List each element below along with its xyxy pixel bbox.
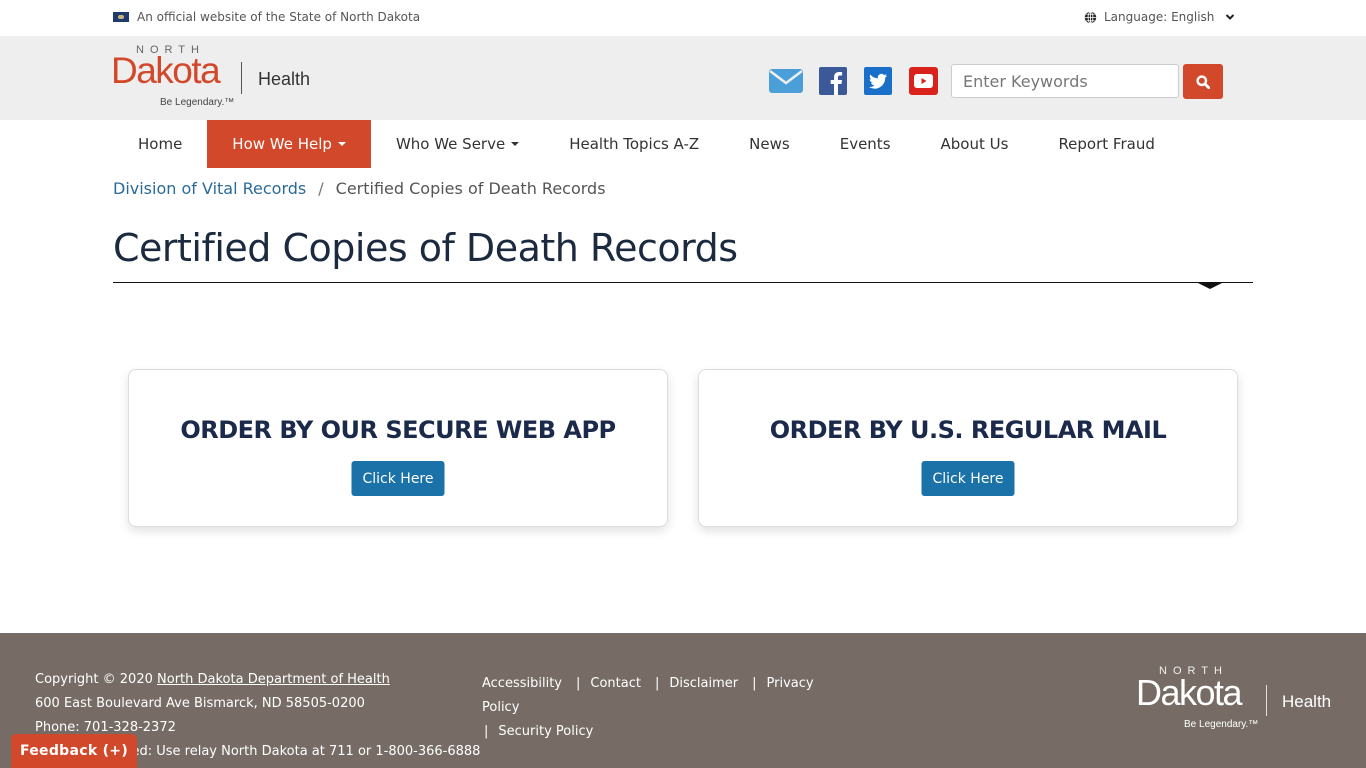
email-link[interactable] xyxy=(769,66,803,96)
site-footer: Copyright © 2020 North Dakota Department… xyxy=(0,633,1366,768)
page-title: Certified Copies of Death Records xyxy=(113,226,738,270)
youtube-icon xyxy=(909,67,938,95)
nav-events[interactable]: Events xyxy=(815,120,916,168)
official-website-text: An official website of the State of Nort… xyxy=(137,10,421,24)
footer-link-disclaimer[interactable]: Disclaimer xyxy=(669,676,738,691)
breadcrumb-vital-records[interactable]: Division of Vital Records xyxy=(113,179,306,198)
footer-department-link[interactable]: North Dakota Department of Health xyxy=(157,672,390,687)
link-separator: | xyxy=(654,676,660,691)
nav-report-fraud-label: Report Fraud xyxy=(1058,135,1155,153)
footer-link-security[interactable]: Security Policy xyxy=(498,724,593,739)
search-button[interactable] xyxy=(1183,64,1223,99)
footer-link-contact[interactable]: Contact xyxy=(590,676,641,691)
title-divider xyxy=(113,282,1253,283)
order-mail-card: ORDER BY U.S. REGULAR MAIL Click Here xyxy=(698,369,1238,527)
logo-divider xyxy=(241,62,242,94)
official-banner: An official website of the State of Nort… xyxy=(0,0,1366,36)
link-separator: | xyxy=(484,724,489,739)
language-selector[interactable]: Language: English xyxy=(1084,10,1235,24)
footer-link-accessibility[interactable]: Accessibility xyxy=(482,676,562,691)
breadcrumb: Division of Vital Records / Certified Co… xyxy=(113,179,606,198)
nav-about-us[interactable]: About Us xyxy=(916,120,1034,168)
site-logo[interactable]: NORTH Dakota Be Legendary.™ Health xyxy=(111,44,313,114)
nav-who-we-serve-label: Who We Serve xyxy=(395,135,506,153)
nav-report-fraud[interactable]: Report Fraud xyxy=(1033,120,1179,168)
state-flag-icon xyxy=(113,12,129,22)
nav-how-we-help[interactable]: How We Help xyxy=(207,120,371,168)
nav-how-we-help-label: How We Help xyxy=(232,135,332,153)
nav-home[interactable]: Home xyxy=(113,120,207,168)
copyright-text: Copyright © 2020 xyxy=(35,672,158,687)
order-web-app-button[interactable]: Click Here xyxy=(351,461,445,496)
envelope-icon xyxy=(769,69,803,93)
logo-department: Health xyxy=(1282,692,1332,711)
nav-about-us-label: About Us xyxy=(940,135,1009,153)
footer-copyright: Copyright © 2020 North Dakota Department… xyxy=(35,672,390,687)
logo-dakota: Dakota xyxy=(111,50,221,91)
caret-down-icon xyxy=(337,142,346,146)
logo-dakota: Dakota xyxy=(1136,672,1243,713)
link-separator: | xyxy=(752,676,757,691)
facebook-icon xyxy=(819,67,847,95)
breadcrumb-separator: / xyxy=(318,179,324,198)
nav-news[interactable]: News xyxy=(724,120,815,168)
order-mail-button[interactable]: Click Here xyxy=(921,461,1015,496)
nav-events-label: Events xyxy=(839,135,891,153)
chevron-down-icon xyxy=(1226,14,1235,20)
footer-links: Accessibility | Contact | Disclaimer | Privacy… xyxy=(482,672,842,744)
nav-health-topics-label: Health Topics A-Z xyxy=(569,135,700,153)
search-icon xyxy=(1196,74,1210,89)
breadcrumb-current: Certified Copies of Death Records xyxy=(335,179,606,198)
nav-home-label: Home xyxy=(138,135,183,153)
footer-address: 600 East Boulevard Ave Bismarck, ND 5850… xyxy=(35,696,365,711)
caret-down-icon xyxy=(511,142,520,146)
nav-news-label: News xyxy=(749,135,790,153)
card-heading: ORDER BY U.S. REGULAR MAIL xyxy=(769,416,1167,444)
facebook-link[interactable] xyxy=(819,66,847,96)
link-separator: | xyxy=(576,676,581,691)
feedback-button[interactable]: Feedback (+) xyxy=(11,734,137,768)
logo-divider xyxy=(1266,685,1267,716)
language-label: Language: English xyxy=(1104,10,1215,24)
logo-tagline: Be Legendary.™ xyxy=(1184,719,1259,730)
nav-who-we-serve[interactable]: Who We Serve xyxy=(371,120,544,168)
footer-phone: Phone: 701-328-2372 xyxy=(35,720,176,735)
order-web-app-card: ORDER BY OUR SECURE WEB APP Click Here xyxy=(128,369,668,527)
search-input[interactable] xyxy=(951,64,1179,98)
globe-icon xyxy=(1084,10,1097,24)
main-nav: Home How We Help Who We Serve Health Top… xyxy=(113,120,1180,168)
youtube-link[interactable] xyxy=(909,66,938,96)
logo-tagline: Be Legendary.™ xyxy=(160,97,235,108)
title-notch-icon xyxy=(1198,283,1222,289)
twitter-icon xyxy=(864,67,892,95)
footer-logo[interactable]: NORTH Dakota Be Legendary.™ Health xyxy=(1136,665,1336,735)
card-heading: ORDER BY OUR SECURE WEB APP xyxy=(180,416,616,444)
nav-health-topics[interactable]: Health Topics A-Z xyxy=(544,120,724,168)
twitter-link[interactable] xyxy=(864,66,892,96)
logo-department: Health xyxy=(258,69,311,89)
site-header: NORTH Dakota Be Legendary.™ Health xyxy=(0,36,1366,120)
